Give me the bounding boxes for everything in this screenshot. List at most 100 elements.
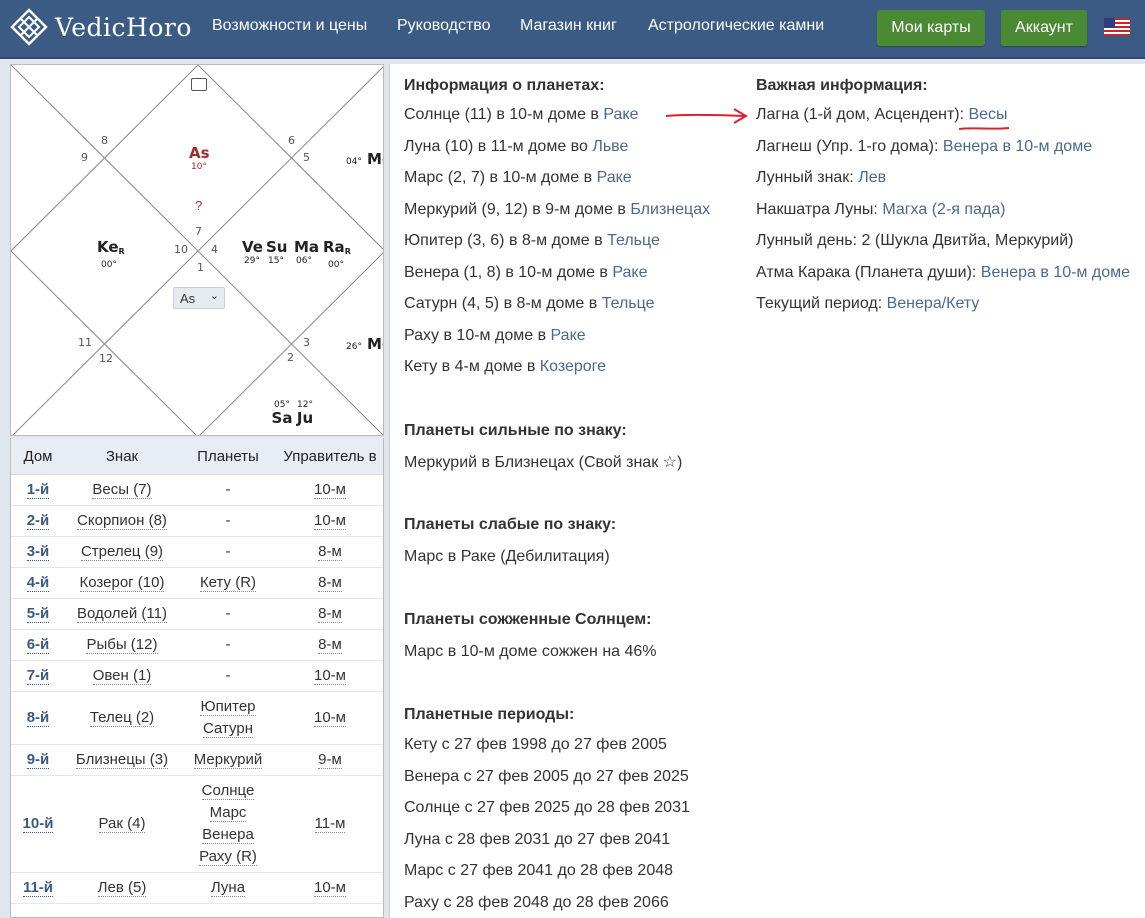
logo[interactable]: VedicHoro: [10, 7, 192, 47]
cell-house[interactable]: 2-й: [11, 505, 65, 537]
info-link[interactable]: Весы: [968, 106, 1007, 123]
cell-sign[interactable]: Рак (4): [65, 775, 179, 873]
planet-moon[interactable]: 04° Mo: [346, 149, 383, 168]
cell-sign[interactable]: Телец (2): [65, 691, 179, 745]
cell-sign[interactable]: Водолей (11): [65, 598, 179, 630]
cell-sign[interactable]: Овен (1): [65, 660, 179, 692]
planet-rahu[interactable]: RaR 00°: [323, 238, 351, 271]
cell-house[interactable]: 11-й: [11, 872, 65, 904]
cell-planets[interactable]: Меркурий: [179, 744, 277, 776]
cell-house[interactable]: 4-й: [11, 567, 65, 599]
sign-link[interactable]: Раке: [603, 106, 638, 123]
dasha-period-line[interactable]: Венера с 27 фев 2005 до 27 фев 2025: [404, 767, 689, 787]
important-info-line: Атма Карака (Планета души): Венера в 10-…: [756, 263, 1130, 281]
cell-planets[interactable]: -: [179, 598, 277, 630]
info-link[interactable]: Венера/Кету: [887, 295, 980, 312]
sign-link[interactable]: Раке: [612, 264, 647, 281]
cell-planets[interactable]: -: [179, 505, 277, 537]
cell-house[interactable]: 5-й: [11, 598, 65, 630]
cell-lord[interactable]: 10-м: [277, 660, 383, 692]
planet-abbr: Sa: [271, 409, 293, 427]
cell-lord[interactable]: 8-м: [277, 629, 383, 661]
sign-link[interactable]: Раке: [597, 169, 632, 186]
planet-jupiter[interactable]: 12° Ju: [294, 400, 316, 427]
chart-style-toggle-icon[interactable]: [191, 78, 207, 91]
cell-house[interactable]: 6-й: [11, 629, 65, 661]
cell-sign[interactable]: Рыбы (12): [65, 629, 179, 661]
cell-planets[interactable]: Кету (R): [179, 567, 277, 599]
sign-link[interactable]: Льве: [592, 138, 628, 155]
cell-house[interactable]: 8-й: [11, 691, 65, 745]
cell-planets[interactable]: Юпитер Сатурн: [179, 691, 277, 745]
sign-link[interactable]: Раке: [551, 327, 586, 344]
cell-sign[interactable]: Близнецы (3): [65, 744, 179, 776]
dasha-period-line[interactable]: Кету с 27 фев 1998 до 27 фев 2005: [404, 735, 667, 755]
col-header-planets: Планеты: [179, 438, 277, 475]
cell-sign[interactable]: Скорпион (8): [65, 505, 179, 537]
info-link[interactable]: Венера в 10-м доме: [981, 264, 1130, 281]
cell-house[interactable]: 7-й: [11, 660, 65, 692]
cell-house[interactable]: 10-й: [11, 775, 65, 873]
cell-planets[interactable]: Солнце Марс Венера Раху (R): [179, 775, 277, 873]
info-panel: Информация о планетах: Солнце (11) в 10-…: [389, 64, 1145, 918]
cell-sign[interactable]: Козерог (10): [65, 567, 179, 599]
cell-planets[interactable]: Луна: [179, 872, 277, 904]
cell-planets[interactable]: -: [179, 629, 277, 661]
cell-lord[interactable]: 10-м: [277, 872, 383, 904]
north-indian-chart: 1 2 3 4 5 6 7 8 9 10 11 12 As 10° ? KeR …: [10, 64, 384, 436]
sign-link[interactable]: Тельце: [602, 295, 655, 312]
planet-abbr: Me: [367, 335, 383, 353]
cell-house[interactable]: 1-й: [11, 474, 65, 506]
cell-planets[interactable]: -: [179, 536, 277, 568]
my-charts-button[interactable]: Мои карты: [877, 10, 985, 46]
cell-lord[interactable]: 11-м: [277, 775, 383, 873]
planet-info-line: Сатурн (4, 5) в 8-м доме в Тельце: [404, 295, 655, 312]
annotation-arrow: [665, 108, 748, 124]
planet-degree: 00°: [328, 260, 344, 270]
planet-mercury[interactable]: 26° Me: [346, 334, 383, 353]
planet-mars[interactable]: Ma 06°: [294, 239, 319, 267]
sign-link[interactable]: Близнецах: [630, 201, 710, 218]
planet-abbr: RaR: [323, 238, 351, 257]
nav-link-bookstore[interactable]: Магазин книг: [520, 17, 617, 35]
table-row: 10-й Рак (4) Солнце Марс Венера Раху (R) 11-м: [11, 775, 383, 873]
chart-reference-select[interactable]: As ⌄: [173, 287, 225, 309]
cell-house[interactable]: 9-й: [11, 744, 65, 776]
nav-link-gemstones[interactable]: Астрологические камни: [648, 17, 824, 35]
dasha-period-line[interactable]: Солнце с 27 фев 2025 до 28 фев 2031: [404, 798, 690, 818]
planet-ketu[interactable]: KeR 00°: [97, 239, 125, 271]
cell-house[interactable]: 3-й: [11, 536, 65, 568]
cell-sign[interactable]: Весы (7): [65, 474, 179, 506]
cell-sign[interactable]: Стрелец (9): [65, 536, 179, 568]
account-button[interactable]: Аккаунт: [1001, 10, 1087, 46]
cell-lord[interactable]: 10-м: [277, 474, 383, 506]
sign-link[interactable]: Козероге: [540, 358, 606, 375]
cell-planets[interactable]: -: [179, 660, 277, 692]
house-number-8: 8: [101, 134, 108, 147]
planet-ascendant[interactable]: As 10°: [189, 145, 210, 173]
nav-link-guide[interactable]: Руководство: [397, 17, 491, 35]
us-flag-icon[interactable]: [1104, 18, 1130, 36]
dasha-period-line[interactable]: Раху с 28 фев 2048 до 28 фев 2066: [404, 893, 669, 913]
cell-lord[interactable]: 8-м: [277, 567, 383, 599]
cell-planets[interactable]: -: [179, 474, 277, 506]
sign-link[interactable]: Тельце: [607, 232, 660, 249]
dasha-period-line[interactable]: Луна с 28 фев 2031 до 27 фев 2041: [404, 830, 670, 850]
nav-link-features[interactable]: Возможности и цены: [212, 17, 367, 35]
planet-saturn[interactable]: 05° Sa: [271, 400, 293, 427]
planet-sun[interactable]: Su 15°: [266, 239, 287, 267]
cell-sign[interactable]: Лев (5): [65, 872, 179, 904]
house-number-9: 9: [81, 151, 88, 164]
cell-lord[interactable]: 8-м: [277, 536, 383, 568]
house-number-11: 11: [78, 336, 92, 349]
dasha-period-line[interactable]: Марс с 27 фев 2041 до 28 фев 2048: [404, 861, 673, 881]
cell-lord[interactable]: 9-м: [277, 744, 383, 776]
info-link[interactable]: Магха (2-я пада): [882, 201, 1005, 218]
cell-lord[interactable]: 10-м: [277, 505, 383, 537]
info-link[interactable]: Венера в 10-м доме: [943, 138, 1092, 155]
unknown-marker: ?: [195, 198, 203, 213]
cell-lord[interactable]: 8-м: [277, 598, 383, 630]
cell-lord[interactable]: 10-м: [277, 691, 383, 745]
planet-venus[interactable]: Ve 29°: [242, 239, 263, 267]
info-link[interactable]: Лев: [858, 169, 886, 186]
